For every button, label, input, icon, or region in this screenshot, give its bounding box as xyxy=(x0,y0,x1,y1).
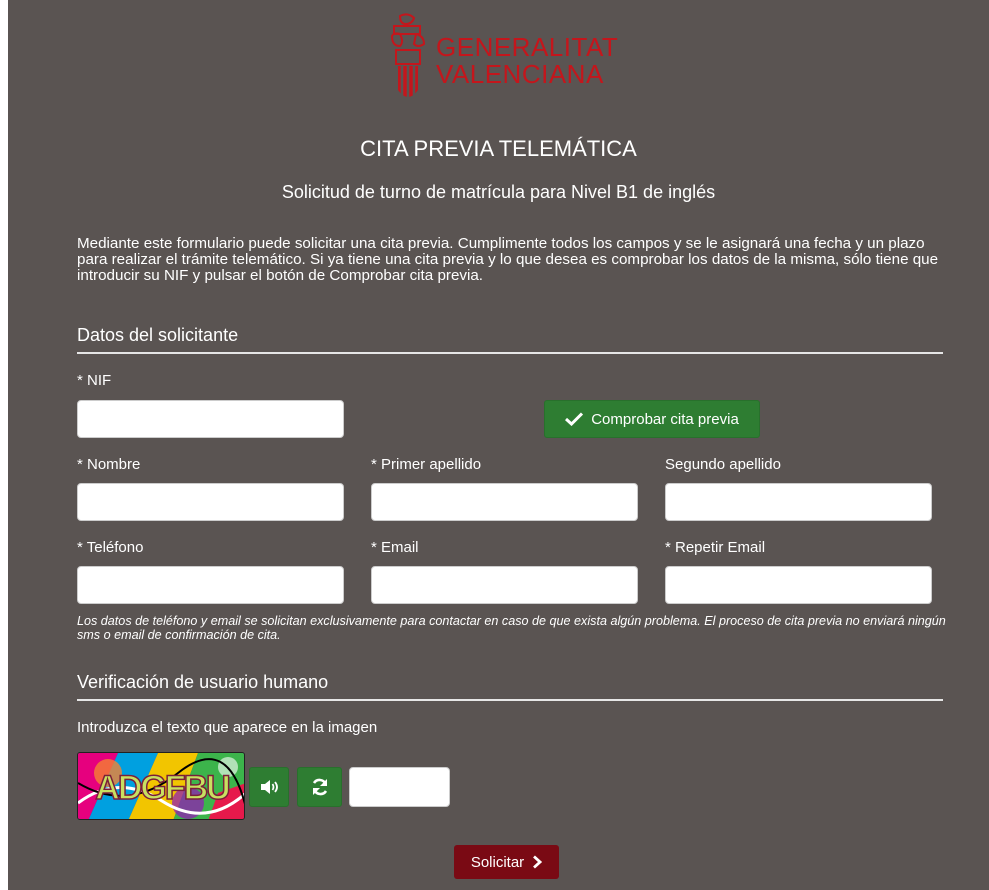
email-label: * Email xyxy=(371,539,419,556)
nombre-label: * Nombre xyxy=(77,456,141,473)
applicant-section-title: Datos del solicitante xyxy=(77,325,943,354)
captcha-input[interactable] xyxy=(349,767,450,807)
segundo-apellido-label: Segundo apellido xyxy=(665,456,781,473)
audio-captcha-button[interactable] xyxy=(249,767,289,807)
logo-text: GENERALITAT VALENCIANA xyxy=(436,34,618,88)
nombre-input[interactable] xyxy=(77,483,344,521)
refresh-icon xyxy=(312,778,327,796)
primer-apellido-label: * Primer apellido xyxy=(371,456,482,473)
captcha-noise: ADGFBU xyxy=(78,753,244,819)
check-appointment-button[interactable]: Comprobar cita previa xyxy=(544,400,760,438)
email-input[interactable] xyxy=(371,566,638,604)
nif-input[interactable] xyxy=(77,400,344,438)
logo-line-2: VALENCIANA xyxy=(436,59,604,89)
primer-apellido-input[interactable] xyxy=(371,483,638,521)
logo-line-1: GENERALITAT xyxy=(436,32,619,62)
captcha-instruction: Introduzca el texto que aparece en la im… xyxy=(77,719,378,736)
captcha-image: ADGFBU xyxy=(77,752,245,820)
main-panel: GENERALITAT VALENCIANA CITA PREVIA TELEM… xyxy=(8,0,989,890)
intro-text: Mediante este formulario puede solicitar… xyxy=(77,235,939,284)
refresh-captcha-button[interactable] xyxy=(297,767,342,807)
segundo-apellido-input[interactable] xyxy=(665,483,932,521)
contact-note: Los datos de teléfono y email se solicit… xyxy=(77,614,946,642)
submit-button[interactable]: Solicitar xyxy=(454,845,559,879)
telefono-label: * Teléfono xyxy=(77,539,144,556)
coat-of-arms-icon xyxy=(390,13,426,100)
repeat-email-input[interactable] xyxy=(665,566,932,604)
check-appointment-label: Comprobar cita previa xyxy=(591,410,739,428)
page-title: CITA PREVIA TELEMÁTICA xyxy=(360,136,637,161)
generalitat-logo: GENERALITAT VALENCIANA xyxy=(386,12,646,108)
nif-label: * NIF xyxy=(77,372,112,389)
telefono-input[interactable] xyxy=(77,566,344,604)
page-subtitle: Solicitud de turno de matrícula para Niv… xyxy=(281,182,716,202)
captcha-text: ADGFBU xyxy=(95,769,229,807)
checkmark-icon xyxy=(565,412,584,426)
submit-label: Solicitar xyxy=(470,853,525,871)
repeat-email-label: * Repetir Email xyxy=(665,539,766,556)
chevron-right-icon xyxy=(533,855,543,869)
speaker-icon xyxy=(261,780,278,794)
verification-section-title: Verificación de usuario humano xyxy=(77,672,943,701)
